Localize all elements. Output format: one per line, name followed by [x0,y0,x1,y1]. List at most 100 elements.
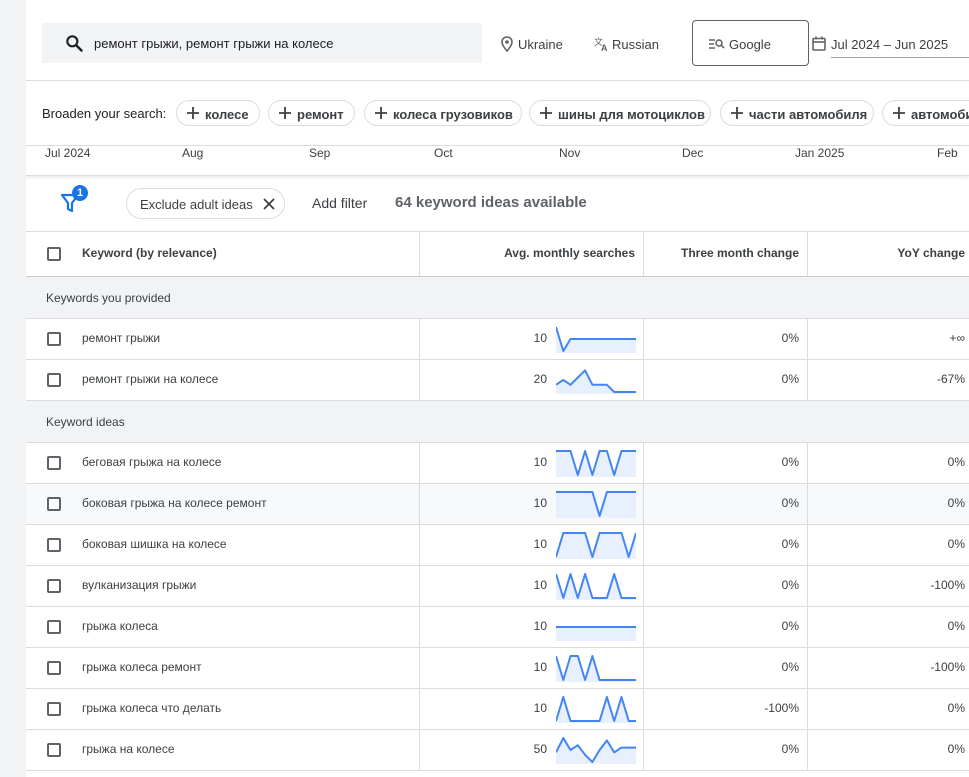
group-header-row: Keywords you provided [26,277,969,319]
trend-sparkline[interactable] [556,654,636,682]
filter-bar: 1 Exclude adult ideas Add filter 64 keyw… [26,175,969,231]
month-label: Sep [309,146,331,160]
month-label: Jul 2024 [45,146,91,160]
table-row[interactable]: боковая шишка на колесе 10 0% 0% [26,525,969,566]
yoy-change-cell: -67% [808,360,969,400]
search-input[interactable]: ремонт грыжи, ремонт грыжи на колесе [42,23,482,63]
header-keyword-label: Keyword (by relevance) [82,246,217,260]
broaden-chip[interactable]: шины для мотоциклов [529,100,711,126]
table-row[interactable]: вулканизация грыжи 10 0% -100% [26,566,969,607]
month-label: Jan 2025 [795,146,845,160]
avg-searches-value: 10 [533,455,547,469]
trend-sparkline[interactable] [556,736,636,764]
avg-searches-cell: 10 [420,319,644,359]
row-checkbox[interactable] [47,373,61,387]
three-month-change-cell: 0% [644,484,808,524]
header-three-month-change[interactable]: Three month change [644,232,808,276]
yoy-change-cell: 0% [808,484,969,524]
keyword-text: беговая грыжа на колесе [82,455,222,469]
month-label: Nov [559,146,581,160]
add-filter-button[interactable]: Add filter [312,195,367,211]
header-avg-searches[interactable]: Avg. monthly searches [420,232,644,276]
row-checkbox-cell [26,525,74,565]
trend-sparkline[interactable] [556,325,636,353]
header-avg-label: Avg. monthly searches [504,246,635,260]
table-row[interactable]: боковая грыжа на колесе ремонт 10 0% 0% [26,484,969,525]
row-checkbox-cell [26,648,74,688]
row-checkbox-cell [26,360,74,400]
calendar-icon [812,36,826,51]
yoy-change-value: 0% [947,455,965,469]
date-range-underline [831,57,969,58]
trend-month-axis: Jul 2024 Aug Sep Oct Nov Dec Jan 2025 Fe… [26,145,969,176]
avg-searches-value: 10 [533,331,547,345]
trend-sparkline[interactable] [556,695,636,723]
table-row[interactable]: ремонт грыжи на колесе 20 0% -67% [26,360,969,401]
three-month-change-value: 0% [781,331,799,345]
row-checkbox[interactable] [47,620,61,634]
network-selector[interactable]: Google [692,20,809,66]
row-checkbox[interactable] [47,579,61,593]
trend-sparkline[interactable] [556,572,636,600]
table-row[interactable]: беговая грыжа на колесе 10 0% 0% [26,443,969,484]
row-checkbox[interactable] [47,497,61,511]
row-checkbox[interactable] [47,661,61,675]
three-month-change-value: -100% [764,701,799,715]
table-row[interactable]: ремонт грыжи 10 0% +∞ [26,319,969,360]
avg-searches-value: 10 [533,701,547,715]
exclude-adult-ideas-chip[interactable]: Exclude adult ideas [126,188,285,219]
broaden-chip[interactable]: колеса грузовиков [364,100,522,126]
table-row[interactable]: грыжа на колесе 50 0% 0% [26,730,969,771]
three-month-change-value: 0% [781,372,799,386]
broaden-chip[interactable]: ремонт [268,100,355,126]
table-row[interactable]: грыжа колеса ремонт 10 0% -100% [26,648,969,689]
keyword-cell: грыжа колеса что делать [74,689,420,729]
select-all-checkbox[interactable] [47,247,61,261]
yoy-change-value: -100% [930,578,965,592]
header-keyword[interactable]: Keyword (by relevance) [74,232,420,276]
keyword-text: ремонт грыжи [82,331,161,345]
row-checkbox[interactable] [47,332,61,346]
broaden-chip[interactable]: части автомобиля [720,100,874,126]
table-row[interactable]: грыжа колеса 10 0% 0% [26,607,969,648]
row-checkbox[interactable] [47,702,61,716]
yoy-change-value: +∞ [949,331,965,345]
yoy-change-value: -100% [930,660,965,674]
header-yoy-change[interactable]: YoY change [808,232,969,276]
keyword-text: вулканизация грыжи [82,578,197,592]
keyword-text: грыжа на колесе [82,742,175,756]
broaden-chip-label: шины для мотоциклов [558,107,705,122]
avg-searches-value: 50 [533,742,547,756]
close-icon[interactable] [263,198,275,210]
plus-icon [893,107,905,119]
trend-sparkline[interactable] [556,613,636,641]
row-checkbox[interactable] [47,743,61,757]
row-checkbox[interactable] [47,538,61,552]
month-label: Oct [434,146,453,160]
group-label: Keywords you provided [46,291,171,305]
avg-searches-value: 10 [533,537,547,551]
trend-sparkline[interactable] [556,531,636,559]
broaden-chip[interactable]: автомобил [882,100,969,126]
three-month-change-cell: 0% [644,443,808,483]
keyword-text: ремонт грыжи на колесе [82,372,219,386]
trend-sparkline[interactable] [556,449,636,477]
broaden-chip-label: автомобил [911,107,969,122]
table-row[interactable]: грыжа колеса что делать 10 -100% 0% [26,689,969,730]
keyword-text: боковая шишка на колесе [82,537,227,551]
row-checkbox[interactable] [47,456,61,470]
trend-sparkline[interactable] [556,490,636,518]
row-checkbox-cell [26,689,74,729]
month-label: Feb [937,146,958,160]
trend-sparkline[interactable] [556,366,636,394]
broaden-chip[interactable]: колесе [176,100,260,126]
avg-searches-value: 20 [533,372,547,386]
three-month-change-value: 0% [781,537,799,551]
broaden-search-bar: Broaden your search: колесе ремонт колес… [26,81,969,145]
keyword-cell: грыжа колеса [74,607,420,647]
broaden-chip-label: колесе [205,107,249,122]
three-month-change-cell: 0% [644,607,808,647]
sparkline-area [556,574,636,600]
three-month-change-value: 0% [781,619,799,633]
row-checkbox-cell [26,566,74,606]
